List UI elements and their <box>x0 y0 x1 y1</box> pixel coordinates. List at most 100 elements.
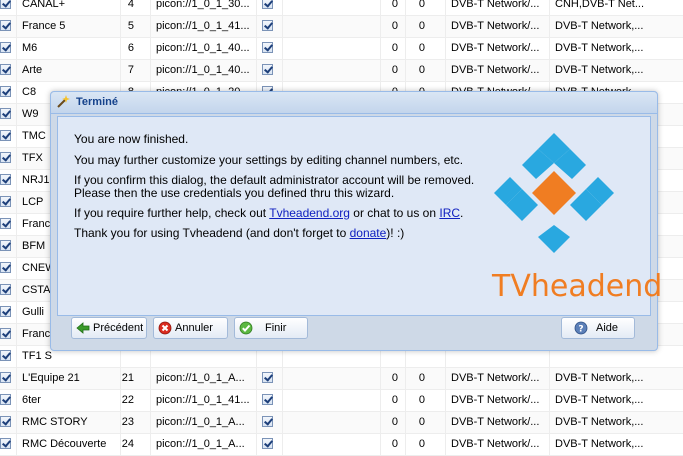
row-checkbox-cell <box>0 0 14 15</box>
row-select-checkbox[interactable] <box>0 174 11 185</box>
row-select-checkbox[interactable] <box>0 328 11 339</box>
channel-row[interactable]: 6ter 22 picon://1_0_1_41... 0 0 DVB-T Network… <box>0 390 683 412</box>
column-separator <box>16 192 17 213</box>
channel-services: DVB-T Network,... <box>555 372 644 384</box>
credentials-text: Please then the use credentials you defi… <box>74 186 395 200</box>
column-separator <box>549 0 550 15</box>
enabled-checkbox[interactable] <box>262 0 273 9</box>
row-checkbox-cell <box>0 104 14 125</box>
enabled-checkbox-cell <box>262 38 276 59</box>
help-label: Aide <box>596 322 619 334</box>
row-checkbox-cell <box>0 192 14 213</box>
irc-link[interactable]: IRC <box>439 206 460 220</box>
column-separator <box>282 412 283 433</box>
cancel-button[interactable]: Annuler <box>153 317 228 339</box>
channel-network: DVB-T Network/... <box>451 0 540 10</box>
column-separator <box>16 38 17 59</box>
tvheadend-org-link[interactable]: Tvheadend.org <box>269 206 350 220</box>
row-select-checkbox[interactable] <box>0 262 11 273</box>
dialog-title: Terminé <box>76 96 118 108</box>
column-separator <box>445 38 446 59</box>
channel-value-b: 0 <box>418 394 425 406</box>
row-select-checkbox[interactable] <box>0 86 11 97</box>
channel-network: DVB-T Network/... <box>451 416 540 428</box>
channel-value-b: 0 <box>418 416 425 428</box>
column-separator <box>16 390 17 411</box>
row-select-checkbox[interactable] <box>0 218 11 229</box>
channel-value-b: 0 <box>418 372 425 384</box>
finish-button[interactable]: Finir <box>234 317 308 339</box>
row-select-checkbox[interactable] <box>0 306 11 317</box>
column-separator <box>16 280 17 301</box>
thanks-prefix: Thank you for using Tvheadend (and don't… <box>74 226 350 240</box>
channel-row[interactable]: M6 6 picon://1_0_1_40... 0 0 DVB-T Network/..… <box>0 38 683 60</box>
channel-services: DVB-T Network,... <box>555 416 644 428</box>
help-icon: ? <box>574 321 588 335</box>
dialog-body: You are now finished. You may further cu… <box>57 116 662 316</box>
row-checkbox-cell <box>0 434 14 455</box>
channel-services: DVB-T Network,... <box>555 394 644 406</box>
channel-row[interactable]: Arte 7 picon://1_0_1_40... 0 0 DVB-T Network/… <box>0 60 683 82</box>
column-separator <box>549 60 550 81</box>
row-select-checkbox[interactable] <box>0 108 11 119</box>
row-select-checkbox[interactable] <box>0 240 11 251</box>
row-select-checkbox[interactable] <box>0 152 11 163</box>
channel-number: 7 <box>127 64 134 76</box>
row-select-checkbox[interactable] <box>0 438 11 449</box>
column-separator <box>150 412 151 433</box>
channel-row[interactable]: L'Equipe 21 21 picon://1_0_1_A... 0 0 DVB-T N… <box>0 368 683 390</box>
donate-link[interactable]: donate <box>350 226 387 240</box>
channel-name: M6 <box>22 42 38 54</box>
column-separator <box>549 16 550 37</box>
dialog-header[interactable]: Terminé <box>51 92 657 114</box>
row-select-checkbox[interactable] <box>0 350 11 361</box>
enabled-checkbox[interactable] <box>262 394 273 405</box>
row-select-checkbox[interactable] <box>0 42 11 53</box>
column-separator <box>445 390 446 411</box>
column-separator <box>256 434 257 455</box>
enabled-checkbox-cell <box>262 390 276 411</box>
column-separator <box>445 368 446 389</box>
enabled-checkbox[interactable] <box>262 416 273 427</box>
enabled-checkbox[interactable] <box>262 372 273 383</box>
channel-number: 6 <box>127 42 134 54</box>
previous-button[interactable]: Précédent <box>71 317 147 339</box>
channel-network: DVB-T Network/... <box>451 64 540 76</box>
channel-services: DVB-T Network,... <box>555 438 644 450</box>
row-select-checkbox[interactable] <box>0 416 11 427</box>
channel-row[interactable]: CANAL+ 4 picon://1_0_1_30... 0 0 DVB-T Networ… <box>0 0 683 16</box>
column-separator <box>16 60 17 81</box>
row-select-checkbox[interactable] <box>0 0 11 9</box>
help-middle: or chat to us on <box>349 206 440 220</box>
enabled-checkbox-cell <box>262 0 276 15</box>
channel-number: 21 <box>121 372 134 384</box>
row-select-checkbox[interactable] <box>0 284 11 295</box>
row-select-checkbox[interactable] <box>0 20 11 31</box>
channel-row[interactable]: France 5 5 picon://1_0_1_41... 0 0 DVB-T Netw… <box>0 16 683 38</box>
enabled-checkbox[interactable] <box>262 64 273 75</box>
channel-value-b: 0 <box>418 64 425 76</box>
row-select-checkbox[interactable] <box>0 372 11 383</box>
channel-value-b: 0 <box>418 20 425 32</box>
row-select-checkbox[interactable] <box>0 64 11 75</box>
channel-picon: picon://1_0_1_A... <box>156 416 245 428</box>
row-select-checkbox[interactable] <box>0 394 11 405</box>
channel-number: 4 <box>127 0 134 10</box>
channel-row[interactable]: RMC Découverte 24 picon://1_0_1_A... 0 0 DVB-… <box>0 434 683 456</box>
help-button[interactable]: ? Aide <box>561 317 635 339</box>
column-separator <box>549 412 550 433</box>
channel-value-b: 0 <box>418 438 425 450</box>
enabled-checkbox[interactable] <box>262 438 273 449</box>
channel-picon: picon://1_0_1_A... <box>156 372 245 384</box>
row-select-checkbox[interactable] <box>0 196 11 207</box>
column-separator <box>16 104 17 125</box>
channel-network: DVB-T Network/... <box>451 394 540 406</box>
channel-picon: picon://1_0_1_40... <box>156 64 250 76</box>
channel-row[interactable]: RMC STORY 23 picon://1_0_1_A... 0 0 DVB-T Net… <box>0 412 683 434</box>
column-separator <box>16 346 17 367</box>
column-separator <box>282 390 283 411</box>
column-separator <box>16 302 17 323</box>
enabled-checkbox[interactable] <box>262 42 273 53</box>
row-select-checkbox[interactable] <box>0 130 11 141</box>
enabled-checkbox[interactable] <box>262 20 273 31</box>
